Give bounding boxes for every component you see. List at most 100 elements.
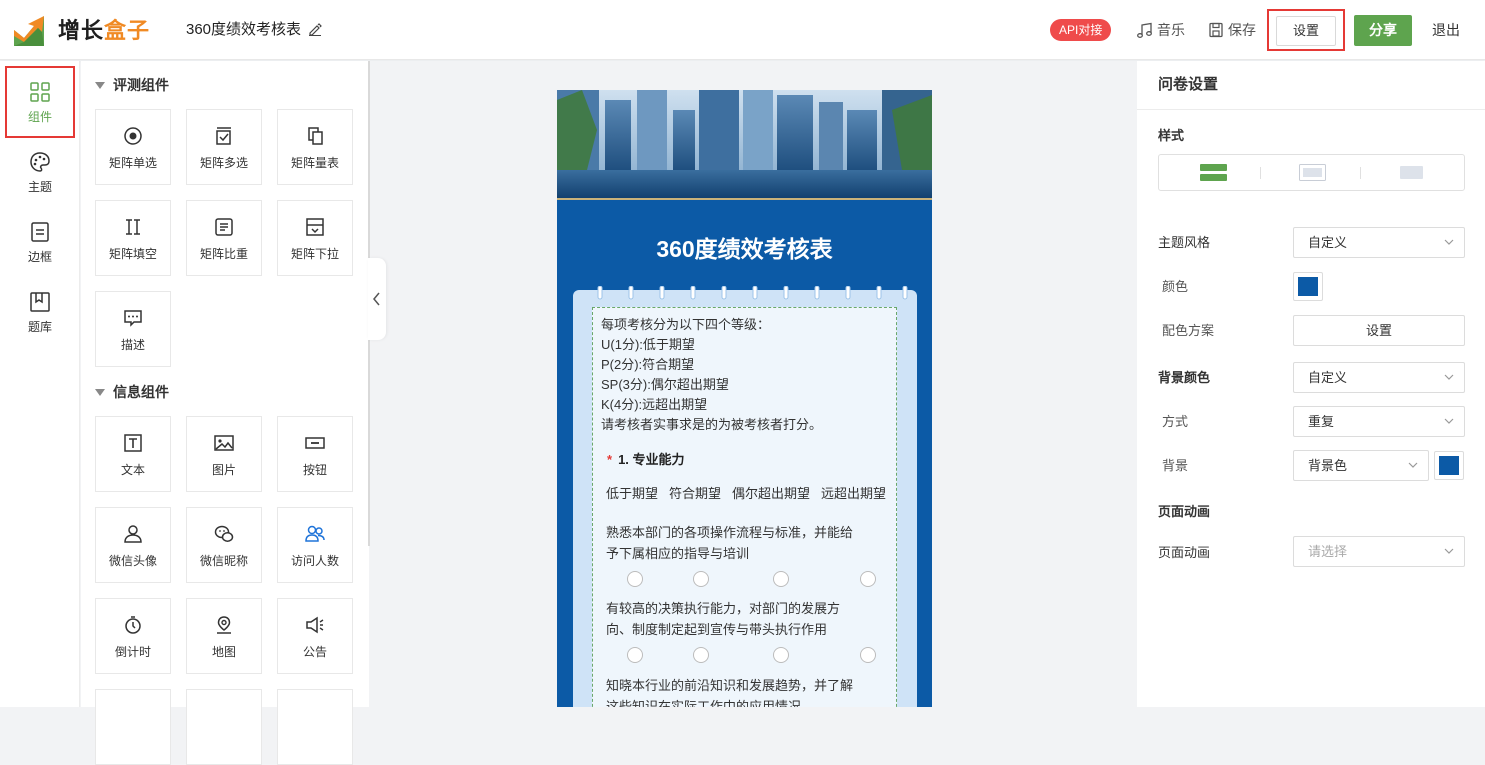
top-header: 增长盒子 360度绩效考核表 API对接 音乐 保存 设置 分享 退出 [0, 0, 1485, 60]
settings-button[interactable]: 设置 [1276, 16, 1336, 46]
widget-visitor-count[interactable]: 访问人数 [277, 507, 353, 583]
widget-more-2[interactable] [186, 689, 262, 765]
theme-style-label: 主题风格 [1158, 235, 1211, 250]
widget-wechat-nickname[interactable]: 微信昵称 [186, 507, 262, 583]
bg-color-swatch[interactable] [1434, 451, 1464, 480]
color-fill [1298, 277, 1318, 296]
grid-icon [30, 82, 50, 102]
widget-label: 矩阵多选 [199, 156, 248, 170]
matrix-radio[interactable] [627, 647, 643, 663]
style-option-3[interactable] [1398, 164, 1425, 181]
api-badge[interactable]: API对接 [1050, 19, 1112, 41]
rail-label: 组件 [27, 110, 52, 124]
save-label: 保存 [1228, 22, 1256, 38]
matrix-row-label: 知晓本行业的前沿知识和发展趋势，并了解 这些知识在实际工作中的应用情况 [606, 675, 886, 707]
matrix-radio[interactable] [773, 647, 789, 663]
layout-filled-icon [1200, 164, 1227, 181]
binder-rings-decoration [597, 286, 908, 300]
collapse-panel-handle[interactable] [368, 258, 386, 340]
widget-label: 矩阵单选 [108, 156, 157, 170]
matrix-radio[interactable] [860, 647, 876, 663]
widget-more-3[interactable] [277, 689, 353, 765]
share-button[interactable]: 分享 [1354, 15, 1412, 46]
bg-type-select[interactable]: 背景色 [1293, 450, 1429, 481]
widget-map[interactable]: 地图 [186, 598, 262, 674]
intro-line: P(2分):符合期望 [601, 357, 695, 372]
scheme-settings-button[interactable]: 设置 [1293, 315, 1465, 346]
matrix-radio[interactable] [773, 571, 789, 587]
select-value: 自定义 [1308, 370, 1348, 385]
chevron-down-icon [1444, 548, 1454, 554]
row-line: 向、制度制定起到宣传与带头执行作用 [606, 622, 828, 637]
palette-icon [30, 152, 50, 172]
survey-intro[interactable]: 每项考核分为以下四个等级： U(1分):低于期望 P(2分):符合期望 SP(3… [601, 315, 891, 435]
style-option-1[interactable] [1200, 164, 1227, 181]
matrix-radio[interactable] [860, 571, 876, 587]
widget-matrix-fill[interactable]: 矩阵填空 [95, 200, 171, 276]
widget-matrix-dropdown[interactable]: 矩阵下拉 [277, 200, 353, 276]
rail-item-components[interactable]: 组件 [0, 81, 80, 125]
intro-line: K(4分):远超出期望 [601, 397, 708, 412]
matrix-radio[interactable] [693, 571, 709, 587]
widget-description[interactable]: 描述 [95, 291, 171, 367]
rail-item-border[interactable]: 边框 [0, 221, 80, 265]
section-evaluation[interactable]: 评测组件 [95, 75, 169, 95]
mode-label: 方式 [1162, 414, 1189, 429]
text-cursor-icon [126, 219, 140, 235]
save-icon [1209, 22, 1223, 38]
widget-wechat-avatar[interactable]: 微信头像 [95, 507, 171, 583]
matrix-row-label: 熟悉本部门的各项操作流程与标准，并能给 予下属相应的指导与培训 [606, 522, 886, 564]
rail-label: 题库 [27, 320, 52, 334]
style-option-2[interactable] [1299, 164, 1326, 181]
row-line: 知晓本行业的前沿知识和发展趋势，并了解 [606, 678, 854, 693]
widget-more-1[interactable] [95, 689, 171, 765]
city-banner-image [557, 90, 932, 200]
music-button[interactable]: 音乐 [1136, 20, 1185, 40]
theme-style-select[interactable]: 自定义 [1293, 227, 1465, 258]
anim-select[interactable]: 请选择 [1293, 536, 1465, 567]
megaphone-icon [306, 616, 324, 634]
chevron-down-icon [1444, 418, 1454, 424]
matrix-radio[interactable] [693, 647, 709, 663]
required-mark: * [607, 452, 613, 467]
section-title: 信息组件 [113, 384, 169, 400]
users-icon [305, 525, 325, 542]
widget-matrix-weight[interactable]: 矩阵比重 [186, 200, 262, 276]
mode-select[interactable]: 重复 [1293, 406, 1465, 437]
color-fill [1439, 456, 1459, 475]
widget-button[interactable]: 按钮 [277, 416, 353, 492]
widget-label: 矩阵比重 [199, 247, 248, 261]
matrix-row-label: 有较高的决策执行能力，对部门的发展方 向、制度制定起到宣传与带头执行作用 [606, 598, 886, 640]
bg-color-select[interactable]: 自定义 [1293, 362, 1465, 393]
matrix-radio[interactable] [627, 571, 643, 587]
widget-countdown[interactable]: 倒计时 [95, 598, 171, 674]
select-value: 背景色 [1308, 458, 1348, 473]
theme-color-swatch[interactable] [1293, 272, 1323, 301]
section-info[interactable]: 信息组件 [95, 382, 169, 402]
intro-line: 请考核者实事求是的为被考核者打分。 [601, 417, 823, 432]
divider [1260, 167, 1261, 179]
settings-panel: 问卷设置 样式 主题风格 自定义 颜色 配色方案 设置 背景颜色 自定义 方式 … [1137, 61, 1485, 707]
rail-item-question-bank[interactable]: 题库 [0, 291, 80, 335]
survey-title[interactable]: 360度绩效考核表 [557, 234, 932, 264]
widget-label: 微信头像 [108, 554, 157, 568]
save-button[interactable]: 保存 [1208, 20, 1256, 40]
divider [1137, 109, 1485, 110]
widget-matrix-multi[interactable]: 矩阵多选 [186, 109, 262, 185]
intro-line: 每项考核分为以下四个等级： [601, 317, 771, 332]
rail-item-theme[interactable]: 主题 [0, 151, 80, 195]
exit-button[interactable]: 退出 [1432, 20, 1460, 40]
radio-icon [124, 127, 142, 145]
widget-announcement[interactable]: 公告 [277, 598, 353, 674]
row-line: 有较高的决策执行能力，对部门的发展方 [606, 601, 841, 616]
border-icon [31, 222, 49, 242]
color-label: 颜色 [1162, 279, 1189, 294]
chevron-down-icon [1444, 374, 1454, 380]
widget-image[interactable]: 图片 [186, 416, 262, 492]
edit-icon[interactable] [308, 22, 322, 36]
widget-matrix-radio[interactable]: 矩阵单选 [95, 109, 171, 185]
rail-label: 主题 [27, 180, 52, 194]
widget-text[interactable]: 文本 [95, 416, 171, 492]
question-title[interactable]: * 1. 专业能力 [607, 450, 685, 470]
widget-matrix-scale[interactable]: 矩阵量表 [277, 109, 353, 185]
